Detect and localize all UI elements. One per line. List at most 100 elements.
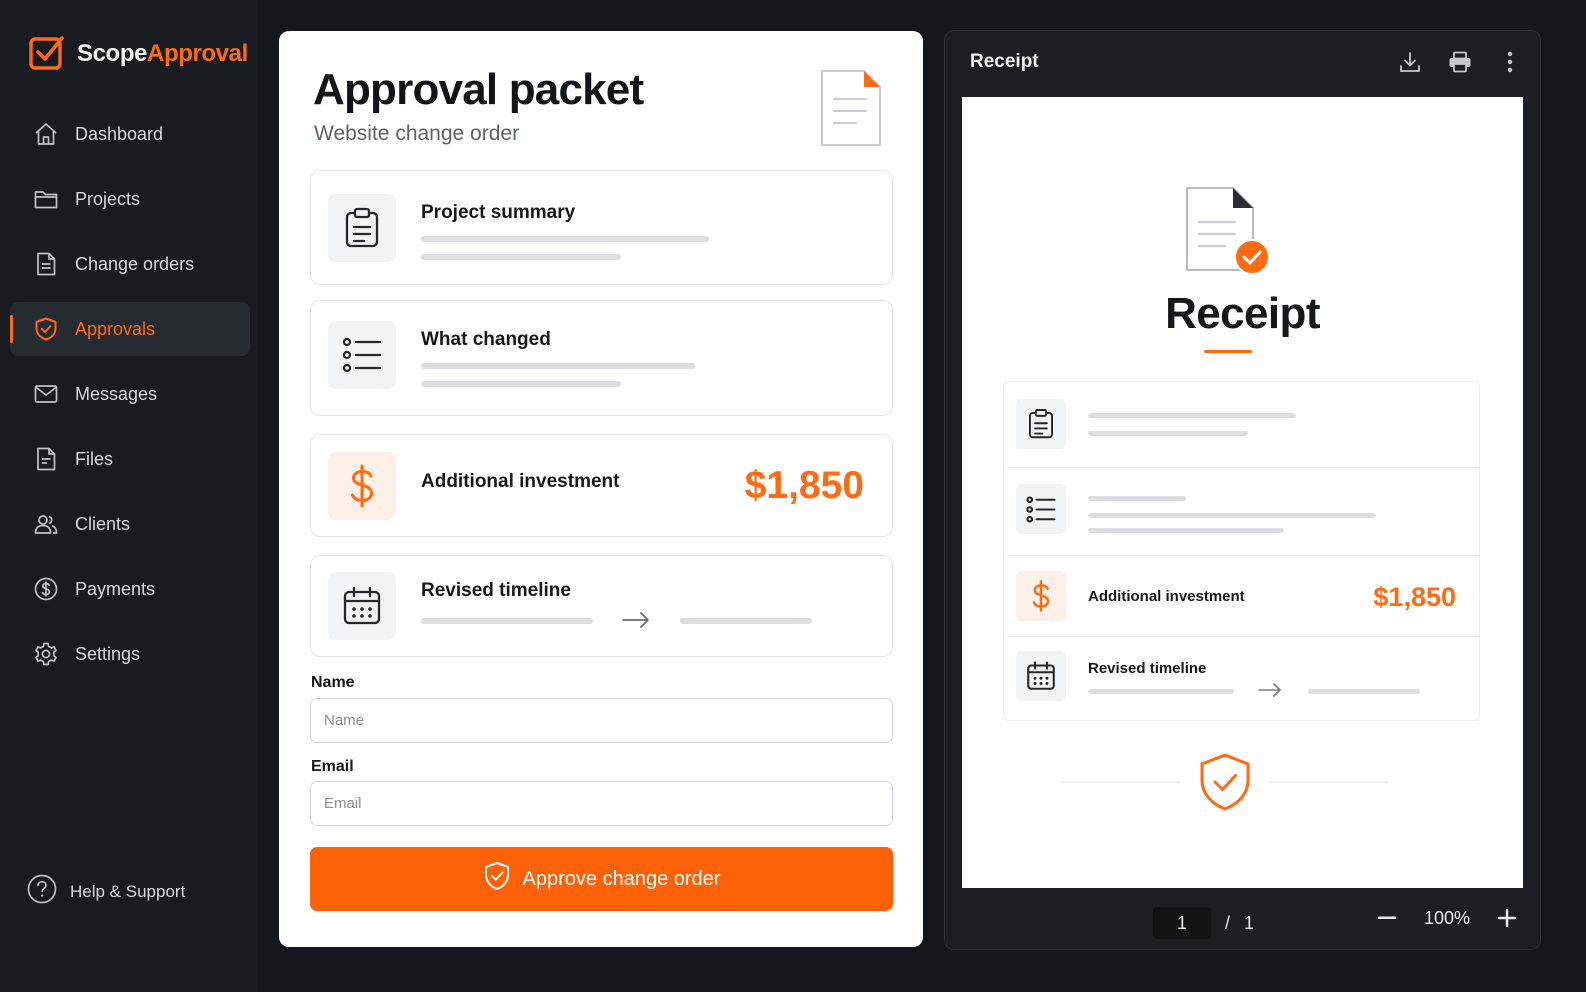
placeholder-line [1088, 431, 1248, 436]
file-icon [32, 445, 60, 473]
arrow-right-icon [622, 612, 650, 633]
sidebar-item-label: Settings [75, 643, 141, 664]
what-changed-section[interactable]: What changed [310, 300, 893, 416]
approve-change-order-button[interactable]: Approve change order [310, 847, 893, 911]
receipt-row-summary [1004, 382, 1478, 468]
timeline-start-placeholder [421, 618, 593, 624]
name-field-label: Name [311, 674, 355, 691]
clipboard-icon [1016, 399, 1066, 449]
folder-icon [32, 185, 60, 213]
revised-timeline-section[interactable]: Revised timeline [310, 555, 893, 657]
dollar-circle-icon [32, 575, 60, 603]
dollar-icon [328, 452, 396, 520]
investment-amount: $1,850 [744, 464, 864, 507]
receipt-document-icon [1185, 186, 1281, 283]
approval-packet-card: Approval packet Website change order Pro… [279, 31, 923, 947]
arrow-right-icon [1258, 683, 1282, 702]
help-support-link[interactable]: Help & Support [26, 873, 185, 910]
help-circle-icon [26, 873, 58, 910]
app-name: ScopeApproval [77, 40, 248, 67]
placeholder-line [421, 363, 695, 369]
page-navigator: / 1 [1153, 907, 1254, 939]
sidebar: ScopeApproval Dashboard Projects Change … [0, 0, 258, 992]
logo-check-icon [28, 33, 66, 76]
sidebar-item-label: Change orders [75, 253, 195, 274]
sidebar-item-projects[interactable]: Projects [10, 172, 250, 226]
additional-investment-section[interactable]: Additional investment $1,850 [310, 434, 893, 537]
app-logo[interactable]: ScopeApproval [28, 34, 248, 74]
placeholder-line [421, 381, 621, 387]
zoom-out-icon[interactable] [1376, 907, 1398, 929]
home-icon [32, 120, 60, 148]
approve-button-label: Approve change order [522, 867, 721, 890]
sidebar-item-clients[interactable]: Clients [10, 497, 250, 551]
receipt-timeline-label: Revised timeline [1088, 660, 1207, 677]
sidebar-item-label: Projects [75, 188, 141, 209]
sidebar-item-files[interactable]: Files [10, 432, 250, 486]
placeholder-line [1088, 413, 1296, 418]
sidebar-item-label: Clients [75, 513, 131, 534]
what-changed-label: What changed [421, 329, 551, 350]
sidebar-item-messages[interactable]: Messages [10, 367, 250, 421]
timeline-end-placeholder [1308, 689, 1420, 694]
timeline-end-placeholder [680, 618, 812, 624]
receipt-investment-label: Additional investment [1088, 588, 1245, 605]
project-summary-section[interactable]: Project summary [310, 170, 893, 285]
download-icon[interactable] [1396, 48, 1424, 76]
sidebar-item-dashboard[interactable]: Dashboard [10, 107, 250, 161]
shield-check-icon [483, 861, 511, 897]
calendar-icon [328, 572, 396, 640]
additional-investment-label: Additional investment [421, 471, 620, 492]
receipt-page: Receipt Additional investment $1,850 Rev… [962, 97, 1523, 888]
more-vertical-icon[interactable] [1496, 48, 1524, 76]
sidebar-nav: Dashboard Projects Change orders Approva… [10, 107, 250, 692]
name-input[interactable] [310, 698, 893, 743]
dollar-icon [1016, 571, 1066, 621]
viewer-toolbar [1396, 48, 1524, 76]
sidebar-item-label: Files [75, 448, 114, 469]
placeholder-line [1088, 496, 1186, 501]
email-field-label: Email [311, 758, 354, 775]
sidebar-item-label: Messages [75, 383, 158, 404]
page-separator: / [1225, 912, 1231, 933]
revised-timeline-label: Revised timeline [421, 580, 571, 601]
sidebar-item-approvals[interactable]: Approvals [10, 302, 250, 356]
placeholder-line [421, 236, 709, 242]
sidebar-item-settings[interactable]: Settings [10, 627, 250, 681]
list-icon [1016, 484, 1066, 534]
gear-icon [32, 640, 60, 668]
sidebar-item-label: Dashboard [75, 123, 164, 144]
page-title: Approval packet [313, 65, 644, 114]
placeholder-line [421, 254, 621, 260]
zoom-controls: 100% [1376, 907, 1518, 929]
clipboard-icon [328, 194, 396, 262]
current-page-input[interactable] [1153, 907, 1211, 939]
sidebar-item-label: Payments [75, 578, 156, 599]
placeholder-line [1088, 513, 1376, 518]
receipt-row-timeline: Revised timeline [1004, 637, 1478, 719]
calendar-icon [1016, 651, 1066, 701]
receipt-row-investment: Additional investment $1,850 [1004, 556, 1478, 637]
help-support-label: Help & Support [70, 881, 186, 901]
sidebar-item-payments[interactable]: Payments [10, 562, 250, 616]
receipt-row-changes [1004, 468, 1478, 556]
sidebar-item-change-orders[interactable]: Change orders [10, 237, 250, 291]
viewer-title: Receipt [970, 51, 1039, 72]
receipt-seal [962, 747, 1523, 817]
users-icon [32, 510, 60, 538]
zoom-level: 100% [1423, 907, 1470, 928]
document-icon [32, 250, 60, 278]
receipt-investment-amount: $1,850 [1373, 582, 1456, 612]
print-icon[interactable] [1446, 48, 1474, 76]
list-icon [328, 321, 396, 389]
shield-check-icon [32, 315, 60, 343]
placeholder-line [1088, 528, 1284, 533]
zoom-in-icon[interactable] [1496, 907, 1518, 929]
sidebar-item-label: Approvals [75, 318, 156, 339]
page-subtitle: Website change order [314, 122, 520, 145]
receipt-viewer: Receipt Receipt Additional investment $1… [944, 30, 1541, 950]
heading-underline [1204, 350, 1252, 353]
email-input[interactable] [310, 781, 893, 826]
receipt-summary-table: Additional investment $1,850 Revised tim… [1003, 381, 1480, 721]
timeline-start-placeholder [1088, 689, 1234, 694]
